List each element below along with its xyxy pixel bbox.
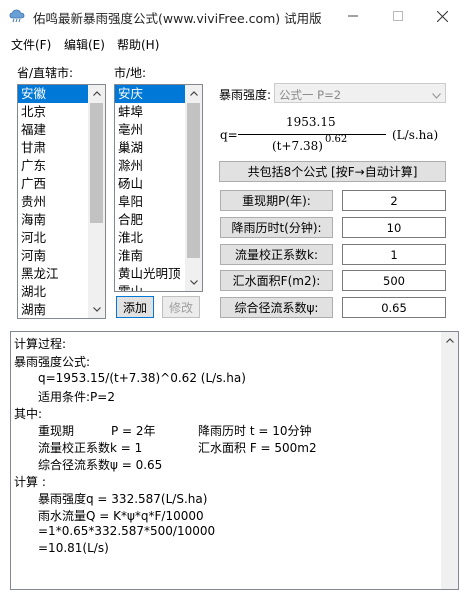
output-line: 综合径流系数ψ = 0.65 — [38, 458, 163, 472]
formula-q-prefix: q= — [220, 128, 238, 142]
compute-button[interactable]: 共包括8个公式 [按F→自动计算] — [219, 161, 446, 182]
param-value-input[interactable]: 10 — [342, 217, 446, 238]
output-line: =10.81(L/s) — [38, 541, 109, 555]
minimize-icon — [347, 15, 358, 17]
output-line: 适用条件:P=2 — [38, 390, 115, 404]
fraction-bar — [238, 134, 386, 135]
menu-help[interactable]: 帮助(H) — [117, 36, 159, 53]
chevron-down-icon — [432, 88, 441, 102]
output-line: 汇水面积 F = 500m2 — [198, 441, 317, 455]
maximize-button[interactable] — [375, 0, 420, 32]
formula-numerator: 1953.15 — [286, 115, 336, 129]
output-line: 重现期 — [38, 424, 75, 438]
city-list[interactable]: 安庆 蚌埠 亳州 巢湖 滁州 砀山 阜阳 合肥 淮北 淮南 黄山光明顶 霍山 — [114, 84, 203, 292]
param-label-button[interactable]: 重现期P(年): — [220, 190, 333, 211]
formula-unit: (L/s.ha) — [392, 128, 439, 142]
output-line: 计算过程: — [14, 337, 67, 351]
output-line: 其中: — [14, 407, 43, 421]
output-line: 暴雨强度q = 332.587(L/S.ha) — [38, 492, 208, 506]
menu-bar: 文件(F) 编辑(E) 帮助(H) — [0, 32, 467, 54]
param-value-input[interactable]: 2 — [342, 190, 446, 211]
maximize-icon — [392, 11, 403, 21]
city-scroll-thumb[interactable] — [187, 103, 200, 258]
formula-exponent: 0.62 — [325, 134, 348, 145]
param-label-button[interactable]: 流量校正系数k: — [220, 244, 333, 265]
output-line: q=1953.15/(t+7.38)^0.62 (L/s.ha) — [38, 371, 246, 385]
title-bar: 佑鸣最新暴雨强度公式(www.viviFree.com) 试用版 — [0, 0, 467, 32]
scroll-up-icon[interactable] — [88, 85, 105, 102]
scroll-up-icon[interactable] — [185, 85, 202, 102]
output-scrollbar[interactable] — [441, 332, 458, 589]
output-line: P = 2年 — [111, 424, 156, 438]
param-value-input[interactable]: 500 — [342, 270, 446, 291]
city-label: 市/地: — [114, 66, 147, 80]
param-label-button[interactable]: 综合径流系数ψ: — [220, 297, 333, 318]
output-line: 暴雨强度公式: — [14, 355, 91, 369]
param-value-input[interactable]: 1 — [342, 244, 446, 265]
menu-file[interactable]: 文件(F) — [11, 36, 51, 53]
result-output[interactable]: 计算过程: 暴雨强度公式: q=1953.15/(t+7.38)^0.62 (L… — [10, 331, 459, 590]
formula-denominator: (t+7.38) — [272, 139, 323, 153]
formula-select-value: 公式一 P=2 — [279, 88, 342, 102]
province-scroll-thumb[interactable] — [90, 103, 103, 223]
app-icon — [9, 9, 25, 23]
province-label: 省/直辖市: — [17, 66, 74, 80]
window-title: 佑鸣最新暴雨强度公式(www.viviFree.com) 试用版 — [33, 11, 322, 26]
close-button[interactable] — [420, 0, 465, 32]
modify-button[interactable]: 修改 — [162, 296, 200, 318]
formula-label: 暴雨强度: — [219, 88, 272, 102]
output-line: 降雨历时 t = 10分钟 — [198, 424, 312, 438]
city-scrollbar[interactable] — [185, 85, 202, 291]
output-line: 雨水流量Q = K*ψ*q*F/10000 — [38, 509, 204, 523]
param-label-button[interactable]: 降雨历时t(分钟): — [220, 217, 333, 238]
add-button[interactable]: 添加 — [116, 296, 154, 318]
scroll-up-icon[interactable] — [441, 332, 458, 349]
formula-select[interactable]: 公式一 P=2 — [274, 83, 446, 103]
province-scrollbar[interactable] — [88, 85, 105, 318]
scroll-down-icon[interactable] — [88, 301, 105, 318]
output-line: 流量校正系数k = 1 — [38, 441, 143, 455]
param-value-input[interactable]: 0.65 — [342, 297, 446, 318]
scroll-down-icon[interactable] — [185, 274, 202, 291]
province-list[interactable]: 安徽 北京 福建 甘肃 广东 广西 贵州 海南 河北 河南 黑龙江 湖北 湖南 — [17, 84, 106, 319]
param-label-button[interactable]: 汇水面积F(m2): — [220, 270, 333, 291]
output-line: 计算 : — [14, 475, 46, 489]
output-line: =1*0.65*332.587*500/10000 — [38, 524, 216, 538]
close-icon — [437, 10, 448, 22]
menu-edit[interactable]: 编辑(E) — [64, 36, 105, 53]
minimize-button[interactable] — [330, 0, 375, 32]
